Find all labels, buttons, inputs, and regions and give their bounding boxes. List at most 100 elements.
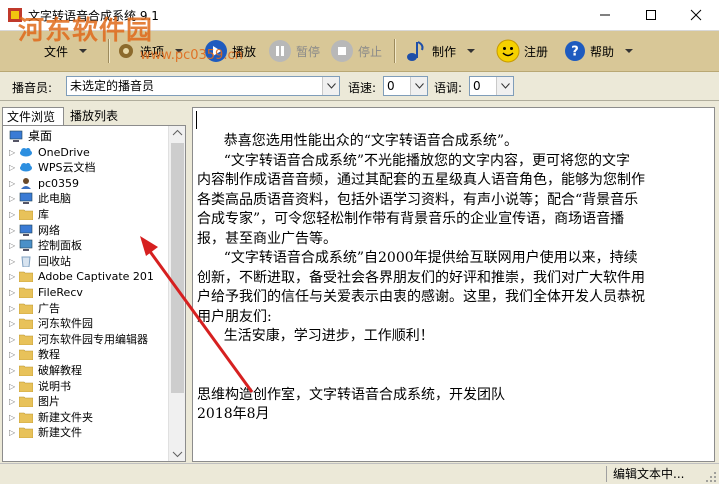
expand-icon[interactable]: ▷ [9, 241, 16, 250]
pitch-select[interactable]: 0 [469, 76, 514, 96]
text-cursor [196, 111, 197, 129]
dropdown-arrow-icon [625, 49, 634, 53]
scroll-down-icon[interactable] [169, 447, 186, 461]
editor-line: 内容制作成语音音频，通过其配套的五星级真人语音角色，能够为您制作 [197, 172, 645, 188]
file-tree: 桌面 ▷ OneDrive ▷ WPS云文档 ▷ pc0359 ▷ 此电脑 ▷ 库 ▷ 网络 ▷ 控制面板 ▷… [2, 125, 186, 462]
close-icon [690, 9, 702, 21]
maximize-button[interactable] [628, 0, 674, 30]
folder-icon [18, 364, 34, 377]
expand-icon[interactable]: ▷ [9, 382, 16, 391]
editor-line: 生活安康，学习进步，工作顺利！ [197, 328, 434, 344]
folder-icon [18, 348, 34, 361]
editor-line: “文字转语音合成系统”自2000年提供给互联网用户使用以来，持续 [197, 250, 638, 266]
minimize-button[interactable] [582, 0, 628, 30]
expand-icon[interactable]: ▷ [9, 319, 16, 328]
watermark-logo: 河东软件园 [18, 16, 154, 46]
network-icon [19, 224, 33, 236]
control-panel-icon [19, 239, 33, 252]
register-label: 注册 [524, 44, 549, 59]
tab-file-browser[interactable]: 文件浏览 [2, 107, 64, 125]
tree-item-label: 新建文件夹 [38, 410, 93, 424]
close-button[interactable] [673, 0, 719, 30]
expand-icon[interactable]: ▷ [9, 148, 16, 157]
scroll-up-icon[interactable] [169, 126, 186, 140]
tree-item-label: 网络 [38, 223, 60, 237]
cloud-icon [19, 146, 33, 158]
folder-icon [18, 411, 34, 424]
expand-icon[interactable]: ▷ [9, 257, 16, 266]
tree-item-label: Adobe Captivate 201 [38, 270, 154, 284]
tree-item-label: 河东软件园 [38, 317, 93, 331]
make-button[interactable]: 制作 [404, 31, 476, 71]
folder-icon [18, 302, 34, 314]
help-icon: ? [565, 41, 585, 61]
text-editor[interactable]: 恭喜您选用性能出众的“文字转语音合成系统”。 “文字转语音合成系统”不光能播放您… [192, 107, 715, 462]
tree-item-label: pc0359 [38, 176, 80, 190]
expand-icon[interactable]: ▷ [9, 272, 16, 281]
tree-item-label: 广告 [38, 301, 60, 315]
dropdown-arrow-icon [467, 49, 476, 53]
tree-item-label: FileRecv [38, 286, 83, 299]
expand-icon[interactable]: ▷ [9, 194, 16, 203]
editor-line: 2018年8月 [197, 406, 270, 422]
expand-icon[interactable]: ▷ [9, 335, 16, 344]
speed-label: 语速: [348, 81, 377, 95]
scrollbar-thumb[interactable] [171, 143, 184, 393]
pause-button[interactable]: 暂停 [268, 31, 320, 71]
stop-icon [331, 40, 353, 62]
expand-icon[interactable]: ▷ [9, 350, 16, 359]
smiley-icon [496, 39, 520, 63]
stop-label: 停止 [358, 44, 383, 59]
expand-icon[interactable]: ▷ [9, 413, 16, 422]
tree-item-label: 图片 [38, 395, 60, 409]
speaker-select[interactable]: 未选定的播音员 [66, 76, 340, 96]
speed-select[interactable]: 0 [383, 76, 428, 96]
maximize-icon [646, 10, 656, 20]
pause-icon [269, 40, 291, 62]
computer-icon [19, 192, 33, 205]
expand-icon[interactable]: ▷ [9, 210, 16, 219]
help-label: 帮助 [590, 44, 615, 59]
folder-icon [18, 317, 34, 330]
tree-item-label: 河东软件园专用编辑器 [38, 332, 148, 346]
tree-item-label: OneDrive [38, 145, 90, 159]
desktop-icon [9, 130, 23, 142]
stop-button[interactable]: 停止 [330, 31, 382, 71]
tree-scrollbar[interactable] [168, 126, 186, 461]
watermark-url: www.pc0359.cn [140, 48, 243, 63]
tree-item-label: 此电脑 [38, 192, 71, 206]
expand-icon[interactable]: ▷ [9, 226, 16, 235]
tree-item-label: 破解教程 [38, 364, 82, 377]
tab-playlist[interactable]: 播放列表 [66, 107, 124, 125]
help-button[interactable]: ? 帮助 [564, 31, 634, 71]
chevron-down-icon[interactable] [496, 77, 513, 95]
expand-icon[interactable]: ▷ [9, 163, 16, 172]
folder-icon [18, 286, 34, 299]
pause-label: 暂停 [296, 44, 321, 59]
pitch-value: 0 [473, 79, 481, 93]
folder-icon [18, 270, 34, 283]
editor-line: 用户朋友们: [197, 308, 272, 325]
expand-icon[interactable]: ▷ [9, 288, 16, 297]
expand-icon[interactable]: ▷ [9, 397, 16, 406]
folder-icon [18, 426, 34, 439]
svg-text:?: ? [571, 45, 579, 60]
tree-item-label: 回收站 [38, 254, 71, 268]
folder-icon [18, 395, 34, 408]
tree-item-label: WPS云文档 [38, 161, 96, 175]
expand-icon[interactable]: ▷ [9, 366, 16, 375]
tree-item-label: 说明书 [38, 379, 71, 393]
chevron-down-icon[interactable] [322, 77, 339, 95]
expand-icon[interactable]: ▷ [9, 304, 16, 313]
tree-item-label: 桌面 [28, 129, 53, 143]
register-button[interactable]: 注册 [496, 31, 548, 71]
pitch-label: 语调: [434, 81, 463, 95]
chevron-down-icon[interactable] [410, 77, 427, 95]
recycle-bin-icon [19, 255, 33, 268]
tree-item-label: 教程 [38, 348, 60, 362]
status-text: 编辑文本中... [606, 466, 713, 482]
expand-icon[interactable]: ▷ [9, 179, 16, 188]
user-icon [19, 177, 33, 189]
resize-grip-icon[interactable] [705, 471, 717, 483]
expand-icon[interactable]: ▷ [9, 428, 16, 437]
